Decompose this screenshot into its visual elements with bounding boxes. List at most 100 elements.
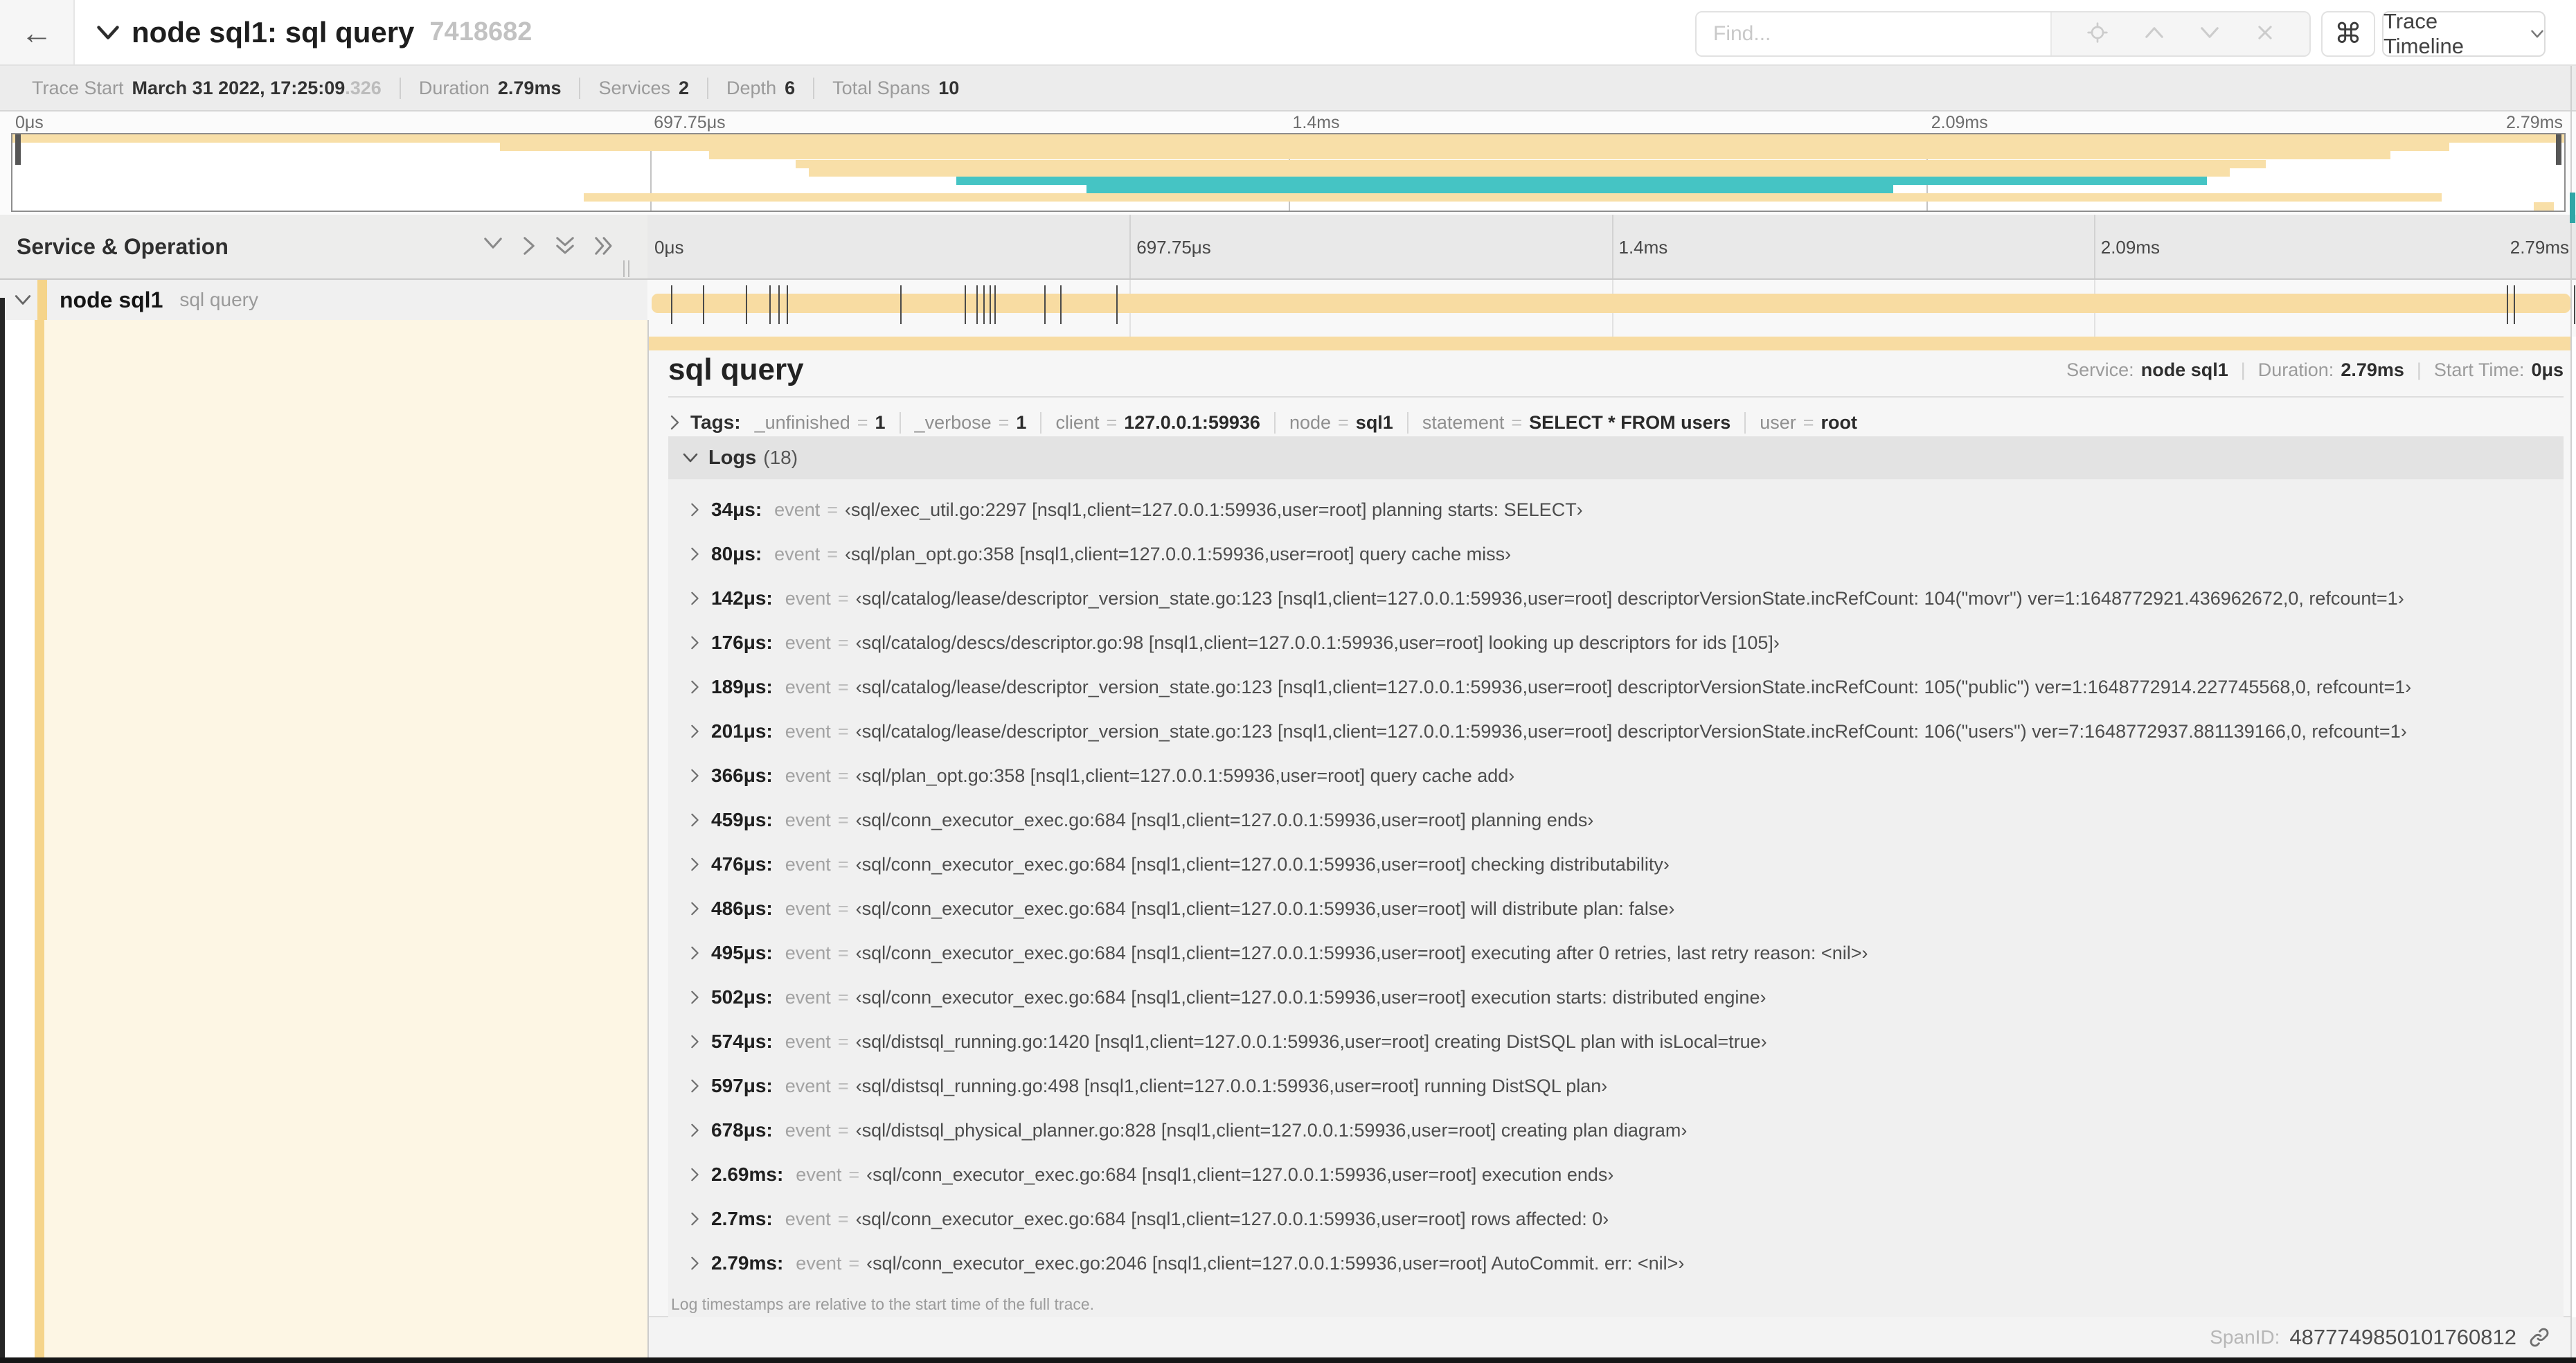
tag-equals: = [998, 411, 1010, 433]
log-expand-chevron-right-icon[interactable] [689, 591, 700, 606]
log-row[interactable]: 486μs: event = ‹sql/conn_executor_exec.g… [668, 887, 2564, 931]
log-row[interactable]: 189μs: event = ‹sql/catalog/lease/descri… [668, 665, 2564, 709]
minimap-drag-handle-left[interactable] [15, 134, 21, 165]
summary-item: Services 2 [579, 77, 707, 99]
log-row[interactable]: 176μs: event = ‹sql/catalog/descs/descri… [668, 621, 2564, 665]
span-row-timeline[interactable] [647, 280, 2576, 337]
locate-icon[interactable] [2086, 21, 2109, 47]
find-input[interactable] [1697, 12, 2050, 55]
log-tick-mark [976, 285, 978, 324]
tags-expand-chevron-right-icon[interactable] [668, 414, 681, 431]
log-expand-chevron-right-icon[interactable] [689, 1211, 700, 1227]
log-row[interactable]: 678μs: event = ‹sql/distsql_physical_pla… [668, 1108, 2564, 1152]
log-field: event [796, 1252, 842, 1274]
log-row[interactable]: 476μs: event = ‹sql/conn_executor_exec.g… [668, 842, 2564, 887]
span-row-label[interactable]: node sql1 sql query [0, 280, 647, 320]
log-equals: = [837, 1119, 849, 1141]
log-expand-chevron-right-icon[interactable] [689, 546, 700, 562]
minimap-tick-label: 2.09ms [1931, 113, 1988, 132]
log-expand-chevron-right-icon[interactable] [689, 768, 700, 783]
next-result-chevron-down-icon[interactable] [2199, 25, 2220, 44]
log-expand-chevron-right-icon[interactable] [689, 1167, 700, 1182]
span-operation-name: sql query [179, 289, 258, 310]
column-resize-grip[interactable] [623, 260, 633, 277]
log-tick-mark [990, 285, 992, 324]
log-row[interactable]: 366μs: event = ‹sql/plan_opt.go:358 [nsq… [668, 754, 2564, 798]
log-timestamp: 34μs: [711, 499, 762, 520]
minimap-canvas[interactable] [11, 133, 2566, 212]
minimap-tick-label: 1.4ms [1292, 113, 1340, 132]
timeline-ruler: 0μs 697.75μs 1.4ms 2.09ms 2.79ms [647, 215, 2576, 280]
summary-value: 10 [938, 77, 960, 98]
minimap-drag-handle-right[interactable] [2556, 134, 2561, 165]
log-timestamp: 2.79ms: [711, 1252, 784, 1274]
log-expand-chevron-right-icon[interactable] [689, 724, 700, 739]
log-value: ‹sql/conn_executor_exec.go:684 [nsql1,cl… [855, 1208, 1609, 1229]
log-expand-chevron-right-icon[interactable] [689, 990, 700, 1005]
log-field: event [785, 765, 831, 786]
span-collapse-chevron-down-icon[interactable] [14, 294, 32, 306]
service-color-stripe-detail [35, 320, 44, 1357]
prev-result-chevron-up-icon[interactable] [2144, 25, 2165, 44]
log-expand-chevron-right-icon[interactable] [689, 1078, 700, 1094]
keyboard-shortcuts-button[interactable]: ⌘ [2321, 11, 2375, 57]
log-row[interactable]: 459μs: event = ‹sql/conn_executor_exec.g… [668, 798, 2564, 842]
trace-view-selector-button[interactable]: Trace Timeline [2382, 9, 2546, 58]
log-expand-chevron-right-icon[interactable] [689, 679, 700, 695]
log-expand-chevron-right-icon[interactable] [689, 901, 700, 916]
log-expand-chevron-right-icon[interactable] [689, 812, 700, 828]
log-row[interactable]: 502μs: event = ‹sql/conn_executor_exec.g… [668, 975, 2564, 1019]
log-expand-chevron-right-icon[interactable] [689, 502, 700, 517]
summary-item: Duration 2.79ms [399, 77, 580, 99]
log-equals: = [837, 1075, 849, 1096]
log-value: ‹sql/conn_executor_exec.go:684 [nsql1,cl… [855, 809, 1594, 830]
log-expand-chevron-right-icon[interactable] [689, 635, 700, 650]
log-row[interactable]: 574μs: event = ‹sql/distsql_running.go:1… [668, 1019, 2564, 1064]
log-timestamp: 366μs: [711, 765, 773, 786]
log-row[interactable]: 495μs: event = ‹sql/conn_executor_exec.g… [668, 931, 2564, 975]
log-row[interactable]: 597μs: event = ‹sql/distsql_running.go:4… [668, 1064, 2564, 1108]
minimap-span-bar [584, 193, 2442, 202]
log-row[interactable]: 201μs: event = ‹sql/catalog/lease/descri… [668, 709, 2564, 754]
deep-link-icon[interactable] [2528, 1326, 2551, 1349]
log-tick-mark [745, 285, 747, 324]
log-timestamp: 2.7ms: [711, 1208, 773, 1229]
log-value: ‹sql/conn_executor_exec.go:684 [nsql1,cl… [866, 1164, 1614, 1185]
span-footer: SpanID: 4877749850101760812 [649, 1317, 2576, 1357]
logs-collapse-chevron-down-icon[interactable] [682, 452, 699, 463]
log-field: event [785, 1075, 831, 1096]
log-tick-mark [2514, 285, 2516, 324]
service-operation-header: Service & Operation [0, 215, 647, 280]
log-timestamp: 502μs: [711, 986, 773, 1008]
log-row[interactable]: 2.7ms: event = ‹sql/conn_executor_exec.g… [668, 1197, 2564, 1241]
collapse-all-double-chevron-down-icon[interactable] [555, 235, 575, 256]
log-equals: = [837, 853, 849, 875]
log-row[interactable]: 2.79ms: event = ‹sql/conn_executor_exec.… [668, 1241, 2564, 1285]
right-scroll-indicator[interactable] [2570, 193, 2575, 223]
log-field: event [785, 1208, 831, 1229]
log-expand-chevron-right-icon[interactable] [689, 945, 700, 961]
logs-header[interactable]: Logs (18) [668, 436, 2564, 479]
left-scrollbar[interactable] [0, 298, 5, 1359]
expand-all-double-chevron-right-icon[interactable] [593, 235, 614, 256]
tag-value: root [1821, 411, 1858, 433]
log-tick-mark [786, 285, 788, 324]
clear-search-x-icon[interactable] [2255, 23, 2275, 46]
log-equals: = [837, 676, 849, 697]
collapse-trace-chevron-icon[interactable] [96, 24, 120, 42]
log-expand-chevron-right-icon[interactable] [689, 1256, 700, 1271]
log-row[interactable]: 34μs: event = ‹sql/exec_util.go:2297 [ns… [668, 488, 2564, 532]
log-tick-mark [965, 285, 967, 324]
log-expand-chevron-right-icon[interactable] [689, 1123, 700, 1138]
collapse-one-chevron-down-icon[interactable] [483, 235, 503, 256]
back-button[interactable]: ← [0, 0, 75, 64]
log-row[interactable]: 80μs: event = ‹sql/plan_opt.go:358 [nsql… [668, 532, 2564, 576]
log-expand-chevron-right-icon[interactable] [689, 857, 700, 872]
service-color-stripe [37, 280, 47, 320]
log-row[interactable]: 2.69ms: event = ‹sql/conn_executor_exec.… [668, 1152, 2564, 1197]
log-row[interactable]: 142μs: event = ‹sql/catalog/lease/descri… [668, 576, 2564, 621]
expand-one-chevron-right-icon[interactable] [521, 235, 537, 256]
log-tick-mark [900, 285, 902, 324]
tags-label[interactable]: Tags: [690, 411, 741, 434]
log-expand-chevron-right-icon[interactable] [689, 1034, 700, 1049]
